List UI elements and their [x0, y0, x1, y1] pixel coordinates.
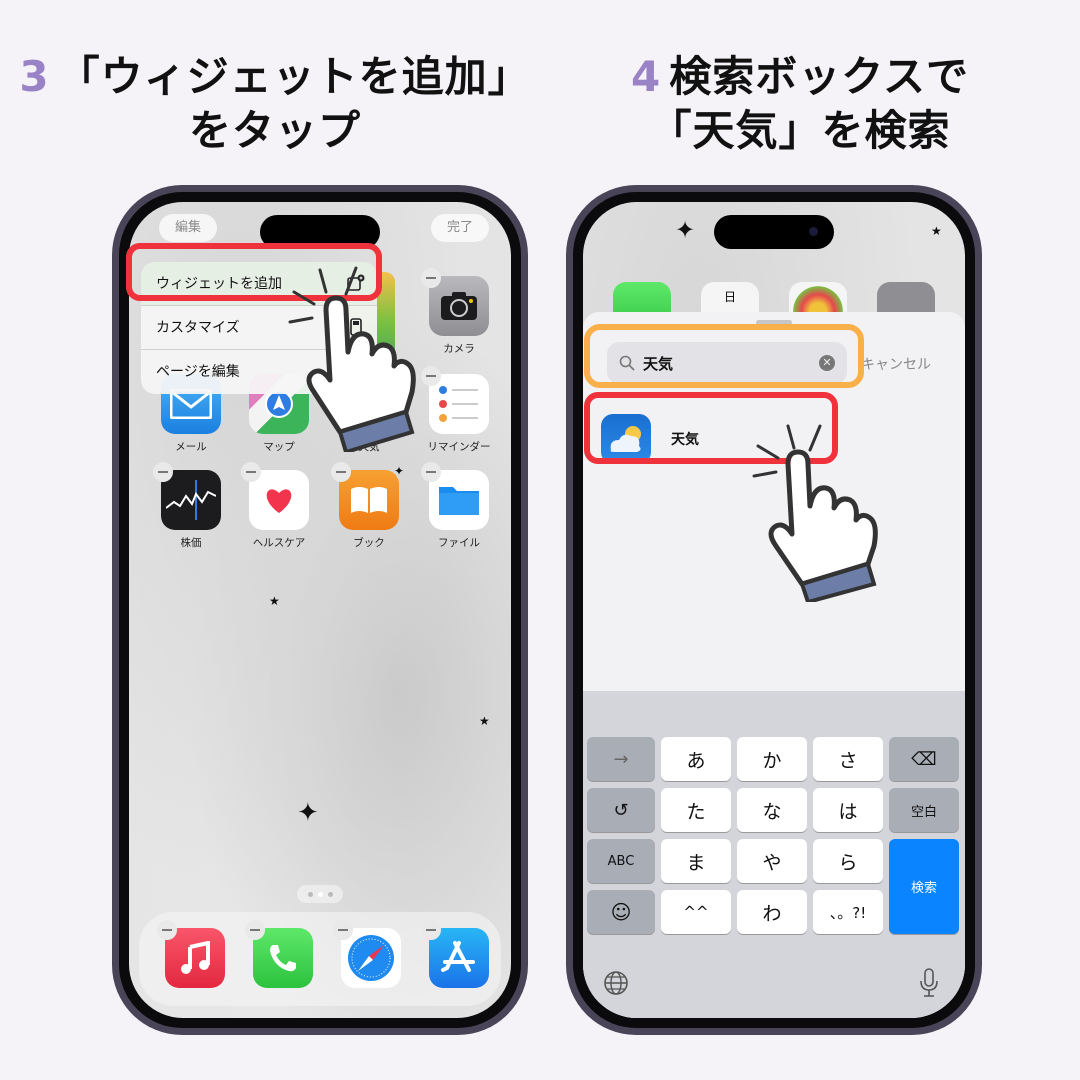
app-label: ヘルスケア [252, 537, 306, 549]
key-ta[interactable]: た [661, 788, 731, 832]
page-dot-active [317, 891, 323, 897]
star-decoration: ★ [269, 594, 280, 608]
key-next-arrow[interactable]: → [587, 737, 655, 781]
dock [139, 912, 501, 1006]
menu-item-label: カスタマイズ [156, 320, 240, 336]
page-dot [327, 891, 333, 897]
tap-hand-icon [288, 266, 416, 452]
app-reminders[interactable]: リマインダー [421, 366, 491, 454]
page-dot [307, 891, 313, 897]
calendar-day-label: 日 [723, 290, 736, 304]
app-health[interactable]: ヘルスケア [241, 462, 309, 550]
star-decoration: ★ [931, 224, 942, 238]
step-number: 3 [19, 52, 50, 101]
key-punctuation[interactable]: 、。?! [813, 890, 883, 934]
page-indicator[interactable] [297, 885, 343, 903]
key-kaomoji[interactable]: ^^ [661, 890, 731, 934]
key-ha[interactable]: は [813, 788, 883, 832]
remove-app-icon[interactable] [421, 920, 441, 940]
remove-app-icon[interactable] [245, 920, 265, 940]
key-ka[interactable]: か [737, 737, 807, 781]
app-files[interactable]: ファイル [421, 462, 489, 550]
menu-item-label: ページを編集 [156, 364, 240, 380]
remove-app-icon[interactable] [331, 462, 351, 482]
dock-app-store[interactable] [421, 920, 489, 988]
sparkle-decoration: ✦ [675, 216, 696, 244]
key-ra[interactable]: ら [813, 839, 883, 883]
remove-app-icon[interactable] [241, 462, 261, 482]
key-abc[interactable]: ABC [587, 839, 655, 883]
remove-app-icon[interactable] [333, 920, 353, 940]
star-decoration: ★ [479, 714, 490, 728]
sparkle-decoration: ✦ [394, 464, 405, 478]
app-label: 株価 [180, 537, 202, 549]
remove-app-icon[interactable] [153, 462, 173, 482]
app-stocks[interactable]: 株価 [153, 462, 221, 550]
japanese-keyboard: → あ か さ ⌫ ↺ た な は 空白 ABC ま や ら 検索 ☺ ^^ わ… [583, 691, 965, 1018]
step-title-line1: 「ウィジェットを追加」 [57, 52, 531, 101]
cancel-button[interactable]: キャンセル [861, 354, 931, 374]
step-title-line2: 「天気」を検索 [649, 106, 951, 155]
step-4-heading: 4 検索ボックスで 「天気」を検索 [560, 50, 1040, 158]
key-space[interactable]: 空白 [889, 788, 959, 832]
remove-app-icon[interactable] [157, 920, 177, 940]
step-title-line1: 検索ボックスで [669, 52, 969, 101]
globe-icon[interactable] [603, 970, 629, 996]
microphone-icon[interactable] [919, 968, 939, 998]
step-3-heading: 3 「ウィジェットを追加」 をタップ [10, 50, 540, 158]
key-emoji[interactable]: ☺ [587, 890, 655, 934]
remove-app-icon[interactable] [421, 462, 441, 482]
step-number: 4 [631, 52, 662, 101]
key-ma[interactable]: ま [661, 839, 731, 883]
key-undo[interactable]: ↺ [587, 788, 655, 832]
key-na[interactable]: な [737, 788, 807, 832]
step-title-line2: をタップ [188, 106, 361, 155]
done-pill-button[interactable]: 完了 [430, 214, 489, 242]
tap-hand-icon [752, 424, 878, 602]
edit-pill-button[interactable]: 編集 [159, 214, 218, 242]
key-delete[interactable]: ⌫ [889, 737, 959, 781]
app-label: ブック [353, 537, 385, 549]
key-ya[interactable]: や [737, 839, 807, 883]
key-search[interactable]: 検索 [889, 839, 959, 934]
dock-music[interactable] [157, 920, 225, 988]
dynamic-island [714, 215, 834, 249]
sparkle-decoration: ✦ [297, 798, 319, 828]
phone-mockup-step4: ✦ ★ 日 天気 ✕ キャンセル 天気 → あ か さ ⌫ ↺ た な は 空白… [566, 185, 982, 1035]
app-label: メール [175, 441, 207, 453]
app-books[interactable]: ブック [331, 462, 399, 550]
app-camera[interactable]: カメラ [421, 268, 489, 356]
dock-phone[interactable] [245, 920, 313, 988]
highlight-search-box [584, 324, 864, 388]
app-label: ファイル [438, 537, 480, 549]
front-camera [809, 227, 818, 236]
dock-safari[interactable] [333, 920, 401, 988]
key-sa[interactable]: さ [813, 737, 883, 781]
key-a[interactable]: あ [661, 737, 731, 781]
key-wa[interactable]: わ [737, 890, 807, 934]
